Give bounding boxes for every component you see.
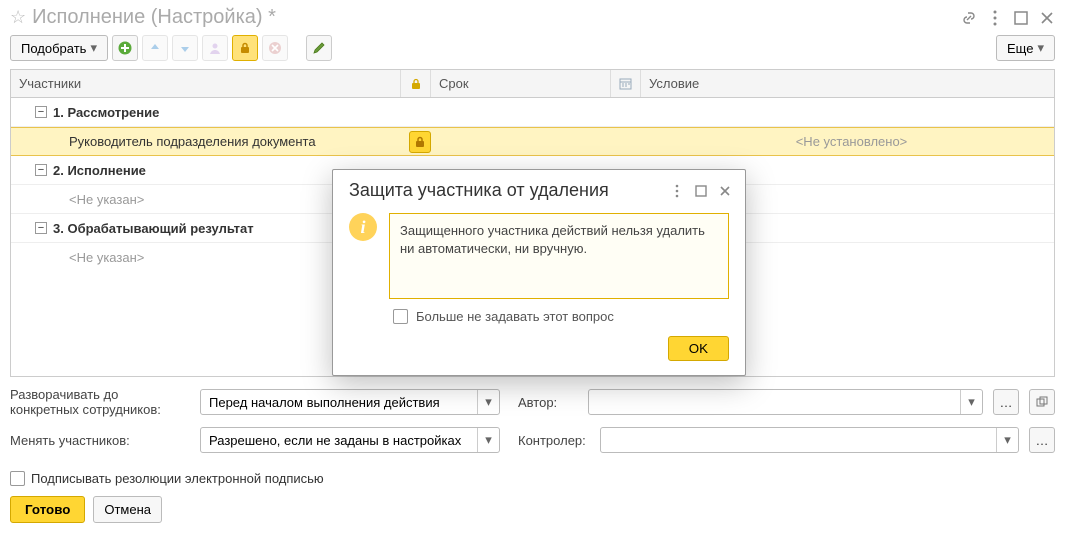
page-title: Исполнение (Настройка) * — [32, 6, 955, 29]
info-icon: i — [349, 213, 377, 241]
link-icon[interactable] — [961, 10, 977, 26]
sign-label: Подписывать резолюции электронной подпис… — [31, 471, 324, 486]
more-button-label: Еще — [1007, 41, 1033, 56]
ok-button[interactable]: OK — [668, 336, 729, 361]
kebab-menu-icon[interactable] — [987, 10, 1003, 26]
group-label: 3. Обрабатывающий результат — [53, 221, 254, 236]
done-button[interactable]: Готово — [10, 496, 85, 523]
col-header-condition[interactable]: Условие — [641, 70, 1054, 97]
condition-label: <Не установлено> — [796, 134, 908, 149]
expand-select[interactable]: ▾ — [200, 389, 500, 415]
chevron-down-icon[interactable]: ▾ — [477, 428, 499, 452]
tree-collapse-icon[interactable]: − — [35, 222, 47, 234]
lock-button[interactable] — [232, 35, 258, 61]
controller-select[interactable]: ▾ — [600, 427, 1019, 453]
dont-ask-checkbox[interactable] — [393, 309, 408, 324]
author-label: Автор: — [518, 395, 578, 410]
participant-label: <Не указан> — [69, 250, 144, 265]
tree-collapse-icon[interactable]: − — [35, 164, 47, 176]
chevron-down-icon: ▾ — [90, 40, 97, 56]
controller-label: Контролер: — [518, 433, 590, 448]
protect-dialog: Защита участника от удаления i Защищенно… — [332, 169, 746, 376]
dialog-title: Защита участника от удаления — [349, 180, 661, 201]
dialog-message[interactable]: Защищенного участника действий нельзя уд… — [389, 213, 729, 299]
author-select[interactable]: ▾ — [588, 389, 983, 415]
move-up-button[interactable] — [142, 35, 168, 61]
change-input[interactable] — [201, 428, 477, 452]
expand-label: Разворачивать до конкретных сотрудников: — [10, 387, 190, 417]
tree-collapse-icon[interactable]: − — [35, 106, 47, 118]
close-icon[interactable] — [1039, 10, 1055, 26]
more-button[interactable]: Еще ▾ — [996, 35, 1055, 61]
participant-label: <Не указан> — [69, 192, 144, 207]
cancel-button[interactable]: Отмена — [93, 496, 162, 523]
user-button[interactable] — [202, 35, 228, 61]
ellipsis-button[interactable]: … — [1029, 427, 1055, 453]
open-external-button[interactable] — [1029, 389, 1055, 415]
edit-button[interactable] — [306, 35, 332, 61]
sign-checkbox[interactable] — [10, 471, 25, 486]
group-label: 1. Рассмотрение — [53, 105, 159, 120]
pick-button[interactable]: Подобрать ▾ — [10, 35, 108, 61]
ellipsis-button[interactable]: … — [993, 389, 1019, 415]
col-header-calendar-icon[interactable] — [611, 70, 641, 97]
maximize-icon[interactable] — [693, 183, 709, 199]
kebab-menu-icon[interactable] — [669, 183, 685, 199]
add-button[interactable] — [112, 35, 138, 61]
chevron-down-icon[interactable]: ▾ — [477, 390, 499, 414]
delete-button[interactable] — [262, 35, 288, 61]
col-header-participants[interactable]: Участники — [11, 70, 401, 97]
dont-ask-label: Больше не задавать этот вопрос — [416, 309, 614, 324]
change-select[interactable]: ▾ — [200, 427, 500, 453]
group-label: 2. Исполнение — [53, 163, 146, 178]
author-input[interactable] — [589, 390, 960, 414]
close-icon[interactable] — [717, 183, 733, 199]
col-header-lock-icon[interactable] — [401, 70, 431, 97]
lock-icon — [409, 131, 431, 153]
change-label: Менять участников: — [10, 433, 190, 448]
table-row[interactable]: − 1. Рассмотрение — [11, 98, 1054, 127]
chevron-down-icon[interactable]: ▾ — [960, 390, 982, 414]
col-header-deadline[interactable]: Срок — [431, 70, 611, 97]
table-row-selected[interactable]: Руководитель подразделения документа <Не… — [11, 127, 1054, 156]
chevron-down-icon: ▾ — [1037, 40, 1044, 56]
controller-input[interactable] — [601, 428, 996, 452]
participant-label: Руководитель подразделения документа — [69, 134, 316, 149]
chevron-down-icon[interactable]: ▾ — [996, 428, 1018, 452]
expand-input[interactable] — [201, 390, 477, 414]
pick-button-label: Подобрать — [21, 41, 86, 56]
move-down-button[interactable] — [172, 35, 198, 61]
maximize-icon[interactable] — [1013, 10, 1029, 26]
favorite-star-icon[interactable]: ☆ — [10, 7, 26, 28]
